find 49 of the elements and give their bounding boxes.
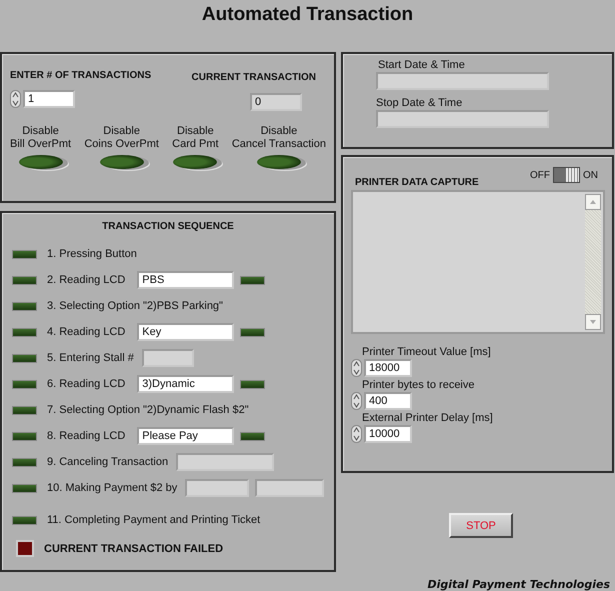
- setting-label: Printer Timeout Value [ms]: [362, 346, 492, 358]
- toggle-label: Disable Cancel Transaction: [232, 125, 326, 151]
- setting-label: External Printer Delay [ms]: [362, 412, 494, 424]
- step-label: 2. Reading LCD: [47, 274, 126, 286]
- field-label: Stop Date & Time: [376, 97, 464, 109]
- scroll-down-icon[interactable]: [585, 314, 601, 330]
- toggle-button[interactable]: [173, 155, 218, 169]
- step-label: 11. Completing Payment and Printing Ticket: [47, 514, 260, 526]
- switch-label: ON: [583, 170, 598, 180]
- company-name: Digital Payment Technologies: [427, 578, 610, 591]
- toggle-button[interactable]: [100, 155, 144, 169]
- number-display: 0: [250, 93, 302, 111]
- spinner-icon[interactable]: [351, 359, 362, 377]
- toggle-button[interactable]: [256, 155, 301, 169]
- section-heading: ENTER # OF TRANSACTIONS: [10, 70, 152, 81]
- section-heading: TRANSACTION SEQUENCE: [102, 221, 234, 232]
- setting-input[interactable]: 10000: [364, 425, 412, 443]
- scroll-up-icon[interactable]: [585, 194, 601, 210]
- step-label: 10. Making Payment $2 by: [47, 482, 178, 494]
- failure-label: CURRENT TRANSACTION FAILED: [44, 542, 224, 554]
- capture-switch[interactable]: [553, 167, 580, 183]
- stall-field: [142, 349, 194, 367]
- field-label: Start Date & Time: [378, 59, 466, 71]
- payment-field: [185, 479, 250, 497]
- payment-field: [255, 479, 324, 497]
- spinner-icon[interactable]: [10, 90, 21, 108]
- step-label: 5. Entering Stall #: [47, 352, 134, 364]
- step-label: 6. Reading LCD: [47, 378, 126, 390]
- spinner-icon[interactable]: [351, 425, 362, 443]
- setting-input[interactable]: 400: [364, 392, 412, 410]
- switch-label: OFF: [530, 170, 550, 180]
- step-label: 3. Selecting Option "2)PBS Parking": [47, 300, 223, 312]
- step-label: 1. Pressing Button: [47, 248, 137, 260]
- scrollbar[interactable]: [585, 194, 601, 330]
- number-input[interactable]: 1: [23, 90, 75, 108]
- toggle-label: Disable Bill OverPmt: [10, 125, 72, 151]
- setting-input[interactable]: 18000: [364, 359, 412, 377]
- section-heading: PRINTER DATA CAPTURE: [355, 177, 480, 188]
- step-label: 4. Reading LCD: [47, 326, 126, 338]
- window-title: Automated Transaction: [200, 3, 414, 27]
- toggle-label: Disable Card Pmt: [172, 125, 219, 151]
- toggle-button[interactable]: [18, 155, 63, 169]
- step-label: 8. Reading LCD: [47, 430, 126, 442]
- step-label: 7. Selecting Option "2)Dynamic Flash $2": [47, 404, 249, 416]
- section-heading: CURRENT TRANSACTION: [192, 72, 316, 83]
- step-label: 9. Canceling Transaction: [47, 456, 168, 468]
- toggle-label: Disable Coins OverPmt: [84, 125, 159, 151]
- spinner-icon[interactable]: [351, 392, 362, 410]
- setting-label: Printer bytes to receive: [362, 379, 476, 391]
